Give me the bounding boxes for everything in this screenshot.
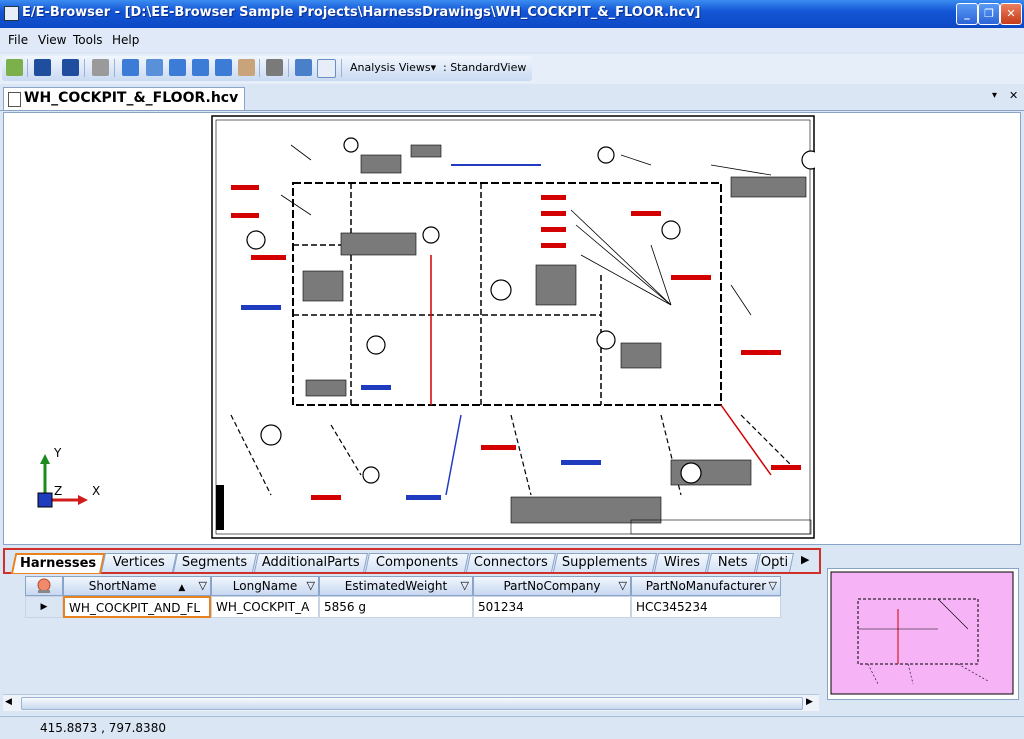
zoom-out-icon[interactable] [192, 59, 209, 76]
zoom-window-icon[interactable] [146, 59, 163, 76]
harness-drawing[interactable] [211, 115, 815, 539]
pan-hand-icon[interactable] [238, 59, 255, 76]
minimize-button[interactable]: _ [956, 3, 978, 25]
restore-button[interactable]: ❐ [978, 3, 1000, 25]
tab-additionalparts[interactable]: AdditionalParts [253, 553, 369, 572]
cell-estimatedweight[interactable]: 5856 g [319, 596, 473, 618]
save-icon[interactable] [34, 59, 51, 76]
cell-partnocompany[interactable]: 501234 [473, 596, 631, 618]
zoom-icon[interactable] [122, 59, 139, 76]
analysis-views-dropdown[interactable]: Analysis Views▾ [350, 61, 436, 74]
tab-components[interactable]: Components [364, 553, 470, 572]
tab-close-icon[interactable]: ✕ [1009, 89, 1018, 102]
scroll-right-icon[interactable]: ▶ [806, 697, 813, 707]
tab-dropdown-icon[interactable]: ▾ [992, 90, 997, 101]
column-header-partnocompany[interactable]: PartNoCompany ▽ [473, 576, 631, 596]
status-bar: 415.8873 , 797.8380 [0, 716, 1024, 739]
close-button[interactable]: ✕ [1000, 3, 1022, 25]
axis-gizmo [37, 454, 88, 508]
toolbar-separator [84, 59, 85, 77]
save-all-icon[interactable] [62, 59, 79, 76]
tab-options[interactable]: Opti [755, 553, 795, 572]
tab-harnesses[interactable]: Harnesses [10, 553, 106, 575]
zoom-fit-icon[interactable] [215, 59, 232, 76]
row-selector-header [25, 576, 63, 596]
document-icon [8, 92, 21, 107]
axis-y-label: Y [54, 446, 62, 460]
tab-supplements[interactable]: Supplements [552, 553, 658, 572]
document-tab[interactable]: WH_COCKPIT_&_FLOOR.hcv [3, 87, 245, 110]
open-icon[interactable] [6, 59, 23, 76]
current-view-label: : StandardView [443, 61, 527, 74]
column-header-estimatedweight[interactable]: EstimatedWeight ▽ [319, 576, 473, 596]
object-tabs: Harnesses Vertices Segments AdditionalPa… [3, 548, 821, 575]
tab-segments[interactable]: Segments [172, 553, 258, 572]
column-header-partnomanufacturer[interactable]: PartNoManufacturer ▽ [631, 576, 781, 596]
filter-icon[interactable]: ▽ [769, 577, 777, 595]
toolbar-separator [341, 59, 342, 77]
menu-tools[interactable]: Tools [73, 33, 103, 47]
toolbar-separator [27, 59, 28, 77]
filter-icon[interactable]: ▽ [199, 577, 207, 595]
harness-grid: ShortName ▲ ▽ LongName ▽ EstimatedWeight ▽ P… [3, 574, 821, 714]
drawing-canvas[interactable]: Y X Z [3, 112, 1021, 545]
filter-icon[interactable]: ▽ [461, 577, 469, 595]
scroll-left-icon[interactable]: ◀ [5, 697, 12, 707]
overview-panel[interactable] [827, 568, 1019, 700]
menu-view[interactable]: View [38, 33, 66, 47]
grid-view-icon[interactable] [295, 59, 312, 76]
document-tab-row: WH_COCKPIT_&_FLOOR.hcv ▾ ✕ [0, 86, 1024, 111]
print-icon[interactable] [92, 59, 109, 76]
row-indicator-icon[interactable]: ▶ [25, 596, 63, 618]
toolbar-separator [288, 59, 289, 77]
view-icon[interactable] [266, 59, 283, 76]
field-chooser-icon[interactable] [35, 578, 53, 594]
document-tab-label: WH_COCKPIT_&_FLOOR.hcv [24, 90, 239, 106]
tab-vertices[interactable]: Vertices [100, 553, 178, 572]
cell-partnomanufacturer[interactable]: HCC345234 [631, 596, 781, 618]
menu-file[interactable]: File [8, 33, 28, 47]
refresh-icon[interactable] [317, 59, 336, 78]
tab-connectors[interactable]: Connectors [465, 553, 557, 572]
tab-nets[interactable]: Nets [706, 553, 760, 572]
scrollbar-thumb[interactable] [21, 697, 803, 710]
tab-wires[interactable]: Wires [653, 553, 711, 572]
cursor-coordinates: 415.8873 , 797.8380 [40, 721, 166, 735]
axis-x-label: X [92, 484, 101, 498]
cell-shortname[interactable]: WH_COCKPIT_AND_FL [63, 596, 211, 618]
tab-scroll-right-icon[interactable]: ▶ [801, 553, 809, 566]
menu-bar: File View Tools Help [0, 28, 1024, 52]
title-bar: E/E-Browser - [D:\EE-Browser Sample Proj… [0, 0, 1024, 28]
toolbar-separator [114, 59, 115, 77]
horizontal-scrollbar[interactable]: ◀ ▶ [3, 694, 819, 711]
overview-thumbnail[interactable] [828, 569, 1016, 697]
axis-z-label: Z [54, 484, 63, 498]
menu-help[interactable]: Help [112, 33, 139, 47]
cell-longname[interactable]: WH_COCKPIT_A [211, 596, 319, 618]
filter-icon[interactable]: ▽ [307, 577, 315, 595]
toolbar-separator [259, 59, 260, 77]
column-header-longname[interactable]: LongName ▽ [211, 576, 319, 596]
toolbar: Analysis Views▾ : StandardView [0, 54, 1024, 84]
app-icon [4, 6, 19, 21]
window-title: E/E-Browser - [D:\EE-Browser Sample Proj… [22, 5, 701, 20]
column-header-shortname[interactable]: ShortName ▲ ▽ [63, 576, 211, 596]
filter-icon[interactable]: ▽ [619, 577, 627, 595]
zoom-in-icon[interactable] [169, 59, 186, 76]
